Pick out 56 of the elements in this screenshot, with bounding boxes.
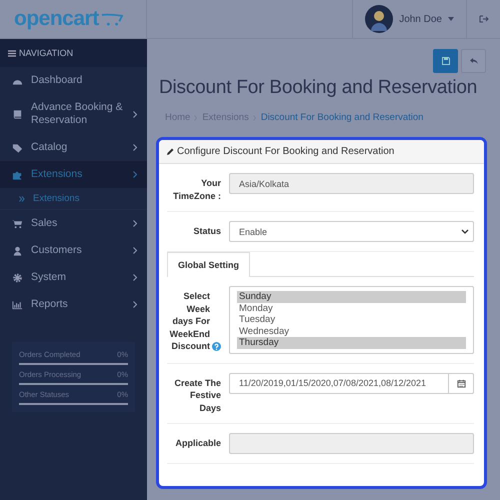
nav-item[interactable]: System — [0, 264, 147, 291]
list-option[interactable]: Tuesday — [237, 314, 466, 326]
back-button[interactable] — [461, 49, 486, 73]
list-option[interactable]: Thursday — [237, 337, 466, 348]
cart-icon — [12, 218, 23, 228]
card-title: Configure Discount For Booking and Reservation — [177, 146, 394, 157]
chevron-right-icon — [133, 144, 137, 151]
tags-icon — [12, 142, 23, 152]
chevron-right-icon — [133, 110, 137, 118]
dates-field[interactable]: 11/20/2019,01/15/2020,07/08/2021,08/12/2021 — [229, 372, 449, 394]
gear-icon — [12, 272, 23, 282]
chevron-right-icon — [133, 274, 137, 281]
nav-subitem[interactable]: Extensions — [0, 188, 147, 210]
nav-item[interactable]: Advance Booking & Reservation — [0, 94, 147, 134]
chevron-right-icon — [133, 247, 137, 254]
chevron-right-icon — [133, 301, 137, 308]
chevron-down-icon — [461, 229, 469, 234]
tab[interactable]: Global Setting — [167, 252, 250, 277]
navigation-heading: NAVIGATION — [19, 48, 74, 58]
user-menu[interactable]: John Doe — [352, 0, 466, 38]
help-icon — [212, 342, 221, 350]
field-label: Applicable — [175, 437, 221, 450]
reply-icon — [470, 57, 478, 65]
chevron-right-icon — [133, 220, 137, 227]
nav-item[interactable]: Reports — [0, 291, 147, 318]
avatar-icon — [365, 5, 394, 33]
nav-item[interactable]: Sales — [0, 210, 147, 237]
save-button[interactable] — [433, 49, 458, 73]
puzzle-icon — [12, 170, 23, 180]
status-select[interactable]: Enable — [229, 221, 474, 242]
nav-item[interactable]: Catalog — [0, 134, 147, 161]
book-icon — [12, 109, 23, 119]
field-label: Status — [192, 225, 221, 238]
cart-logo-icon — [100, 12, 123, 26]
calendar-button[interactable] — [449, 372, 474, 394]
double-chevron-icon — [19, 196, 25, 202]
nav-item[interactable]: Extensions — [0, 161, 147, 188]
floppy-icon — [442, 57, 450, 65]
field-label: Select Week days For WeekEnd Discount — [168, 290, 210, 352]
list-option[interactable]: Sunday — [237, 291, 466, 302]
nav-item[interactable]: Dashboard — [0, 67, 147, 94]
weekday-list[interactable]: Sunday Monday Tuesday Wednesday Thursday — [229, 286, 474, 354]
sign-out-icon — [478, 15, 488, 23]
field-label: Your TimeZone : — [172, 177, 221, 202]
nav-item[interactable]: Customers — [0, 237, 147, 264]
list-option[interactable]: Wednesday — [237, 326, 466, 337]
caret-icon — [448, 17, 454, 21]
menu-icon — [8, 50, 16, 56]
user-icon — [12, 246, 23, 256]
list-option[interactable]: Monday — [237, 302, 466, 314]
bar-chart-icon — [12, 300, 23, 310]
page-title: Discount For Booking and Reservation — [159, 76, 478, 100]
field-label: Create The Festive Days — [173, 376, 221, 414]
chevron-right-icon — [133, 171, 137, 178]
calendar-icon — [456, 378, 466, 388]
pencil-icon — [166, 148, 174, 156]
